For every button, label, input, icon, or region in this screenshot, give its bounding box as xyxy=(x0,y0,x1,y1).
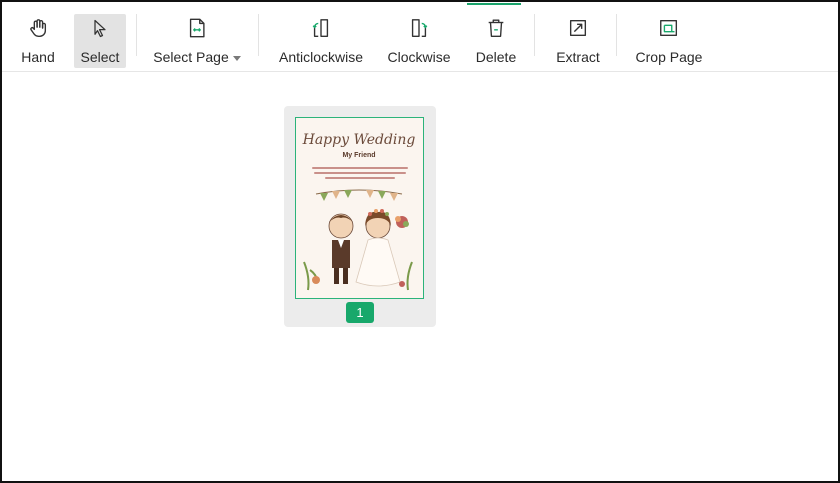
rotate-anticlockwise-icon xyxy=(309,16,333,40)
wedding-couple-illustration xyxy=(303,189,413,291)
hand-tool-label: Hand xyxy=(21,49,55,65)
rotate-clockwise-icon xyxy=(407,16,431,40)
select-page-button[interactable]: Select Page xyxy=(150,14,244,68)
anticlockwise-label: Anticlockwise xyxy=(278,49,364,65)
thumbnail-text-lines xyxy=(312,164,408,182)
crop-page-label: Crop Page xyxy=(635,49,703,65)
toolbar: Hand Select Select Page Anticlockwise Cl… xyxy=(2,2,838,72)
extract-icon xyxy=(566,16,590,40)
extract-button[interactable]: Extract xyxy=(550,14,606,68)
clockwise-label: Clockwise xyxy=(387,49,451,65)
select-page-label: Select Page xyxy=(153,49,241,65)
toolbar-divider xyxy=(136,14,137,56)
rotate-anticlockwise-button[interactable]: Anticlockwise xyxy=(274,14,368,68)
thumbnail-subtitle: My Friend xyxy=(342,152,376,159)
rotate-clockwise-button[interactable]: Clockwise xyxy=(384,14,454,68)
cursor-icon xyxy=(88,16,112,40)
hand-tool-button[interactable]: Hand xyxy=(12,14,64,68)
select-page-text: Select Page xyxy=(153,49,229,65)
delete-button[interactable]: Delete xyxy=(470,14,522,68)
delete-label: Delete xyxy=(475,49,517,65)
chevron-down-icon xyxy=(232,55,241,61)
extract-label: Extract xyxy=(556,49,600,65)
crop-icon xyxy=(657,16,681,40)
crop-page-button[interactable]: Crop Page xyxy=(630,14,708,68)
active-tab-indicator xyxy=(467,3,521,5)
thumbnail-title: Happy Wedding xyxy=(302,132,416,148)
page-number-badge: 1 xyxy=(346,302,374,323)
select-tool-button[interactable]: Select xyxy=(74,14,126,68)
app-window: Hand Select Select Page Anticlockwise Cl… xyxy=(0,0,840,483)
select-tool-label: Select xyxy=(80,49,120,65)
toolbar-divider xyxy=(258,14,259,56)
toolbar-divider xyxy=(616,14,617,56)
trash-icon xyxy=(484,16,508,40)
select-page-icon xyxy=(185,16,209,40)
page-thumbnail-card[interactable]: Happy Wedding My Friend 1 xyxy=(284,106,436,327)
hand-icon xyxy=(26,16,50,40)
page-thumbnail[interactable]: Happy Wedding My Friend xyxy=(295,117,424,299)
toolbar-divider xyxy=(534,14,535,56)
